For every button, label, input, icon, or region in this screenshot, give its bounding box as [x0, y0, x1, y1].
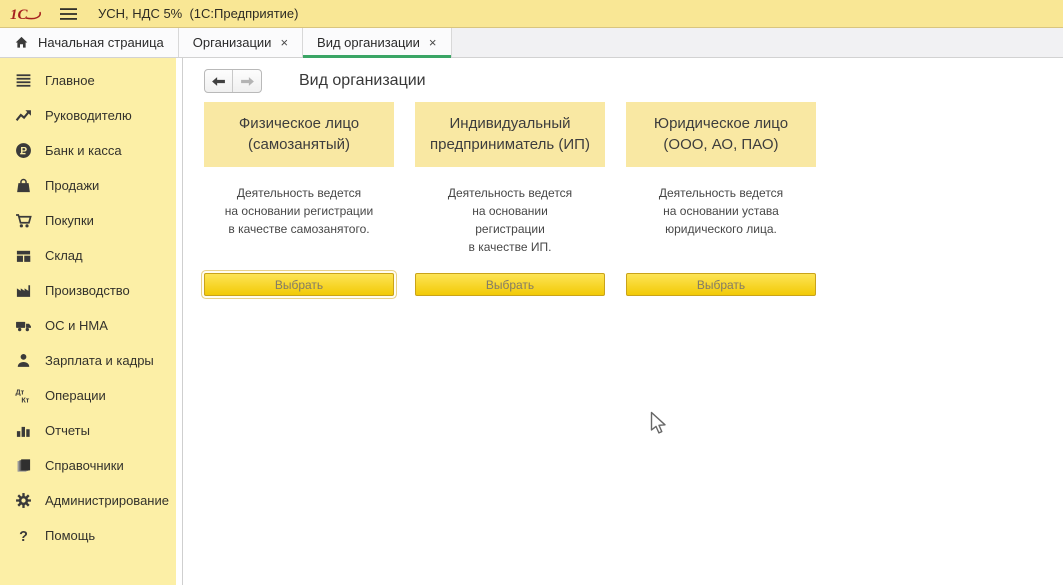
menu-lines-icon [13, 72, 33, 89]
sidebar-item-spravochniki[interactable]: Справочники [0, 448, 182, 483]
sidebar-item-label: Главное [45, 73, 95, 88]
card-description: Деятельность ведется на основании регист… [204, 167, 394, 273]
sidebar-item-prodazhi[interactable]: Продажи [0, 168, 182, 203]
gear-icon [13, 492, 33, 509]
select-button-legal-entity[interactable]: Выбрать [626, 273, 816, 296]
factory-icon [13, 282, 33, 299]
sidebar-item-label: Покупки [45, 213, 94, 228]
sidebar-item-label: Операции [45, 388, 106, 403]
sidebar-item-label: Зарплата и кадры [45, 353, 154, 368]
question-icon: ? [13, 527, 33, 544]
sidebar-item-administrirovanie[interactable]: Администрирование [0, 483, 182, 518]
sidebar-item-pomoshch[interactable]: ? Помощь [0, 518, 182, 553]
sidebar-item-proizvodstvo[interactable]: Производство [0, 273, 182, 308]
sidebar-item-label: Производство [45, 283, 130, 298]
sidebar-item-label: Отчеты [45, 423, 90, 438]
back-button[interactable] [205, 70, 233, 92]
card-individual-selfemployed: Физическое лицо (самозанятый) Деятельнос… [204, 102, 394, 296]
tab-home[interactable]: Начальная страница [0, 28, 179, 57]
sidebar-item-label: Справочники [45, 458, 124, 473]
sidebar-item-rukovoditelyu[interactable]: Руководителю [0, 98, 182, 133]
forward-button[interactable] [233, 70, 261, 92]
sidebar-item-pokupki[interactable]: Покупки [0, 203, 182, 238]
history-nav [204, 69, 262, 93]
tab-close-icon[interactable]: × [429, 36, 437, 49]
person-icon [13, 352, 33, 369]
sidebar-item-sklad[interactable]: Склад [0, 238, 182, 273]
sidebar-item-label: Руководителю [45, 108, 132, 123]
card-entrepreneur-ip: Индивидуальный предприниматель (ИП) Деят… [415, 102, 605, 296]
card-description: Деятельность ведется на основании устава… [626, 167, 816, 273]
forward-arrow-icon [240, 76, 255, 87]
select-button-selfemployed[interactable]: Выбрать [204, 273, 394, 296]
card-legal-entity: Юридическое лицо (ООО, АО, ПАО) Деятельн… [626, 102, 816, 296]
card-description: Деятельность ведется на основании регист… [415, 167, 605, 273]
tab-label: Организации [193, 35, 272, 50]
svg-text:Кт: Кт [21, 396, 29, 404]
ruble-circle-icon: Р [13, 142, 33, 159]
sidebar-item-label: ОС и НМА [45, 318, 108, 333]
hamburger-icon[interactable] [59, 7, 78, 21]
tab-organizations[interactable]: Организации × [179, 28, 303, 57]
tab-bar: Начальная страница Организации × Вид орг… [0, 28, 1063, 58]
card-header: Физическое лицо (самозанятый) [204, 102, 394, 167]
warehouse-icon [13, 247, 33, 264]
tab-organization-kind[interactable]: Вид организации × [303, 28, 451, 57]
sidebar-item-os-i-nma[interactable]: ОС и НМА [0, 308, 182, 343]
debit-credit-icon: Дт Кт [13, 387, 33, 404]
sidebar-item-label: Администрирование [45, 493, 169, 508]
tab-close-icon[interactable]: × [280, 36, 288, 49]
sidebar-item-label: Склад [45, 248, 83, 263]
sidebar-item-operacii[interactable]: Дт Кт Операции [0, 378, 182, 413]
bar-chart-icon [13, 422, 33, 439]
shopping-bag-icon [13, 177, 33, 194]
page-title: Вид организации [299, 72, 426, 90]
sidebar-item-glavnoe[interactable]: Главное [0, 63, 182, 98]
back-arrow-icon [211, 76, 226, 87]
card-header: Юридическое лицо (ООО, АО, ПАО) [626, 102, 816, 167]
card-header: Индивидуальный предприниматель (ИП) [415, 102, 605, 167]
sidebar: Главное Руководителю Р [0, 58, 183, 585]
sidebar-item-zarplata-i-kadry[interactable]: Зарплата и кадры [0, 343, 182, 378]
svg-text:Р: Р [20, 146, 27, 157]
sidebar-item-label: Продажи [45, 178, 99, 193]
window-title: УСН, НДС 5% (1С:Предприятие) [98, 6, 298, 21]
books-icon [13, 457, 33, 474]
tab-label: Вид организации [317, 35, 420, 50]
tab-label: Начальная страница [38, 35, 164, 50]
sidebar-item-bank-i-kassa[interactable]: Р Банк и касса [0, 133, 182, 168]
truck-icon [13, 317, 33, 334]
home-icon [14, 35, 29, 50]
svg-text:?: ? [19, 529, 28, 544]
sidebar-item-otchety[interactable]: Отчеты [0, 413, 182, 448]
1c-logo-icon: 1С [9, 4, 45, 24]
trending-up-icon [13, 107, 33, 124]
main-content: Вид организации Физическое лицо (самозан… [183, 58, 1063, 585]
sidebar-item-label: Банк и касса [45, 143, 122, 158]
organization-kind-cards: Физическое лицо (самозанятый) Деятельнос… [204, 102, 1063, 296]
select-button-ip[interactable]: Выбрать [415, 273, 605, 296]
shopping-cart-icon [13, 212, 33, 229]
sidebar-item-label: Помощь [45, 528, 95, 543]
app-window: 1С УСН, НДС 5% (1С:Предприятие) Нач [0, 0, 1063, 585]
titlebar: 1С УСН, НДС 5% (1С:Предприятие) [0, 0, 1063, 28]
svg-text:1С: 1С [10, 7, 29, 23]
